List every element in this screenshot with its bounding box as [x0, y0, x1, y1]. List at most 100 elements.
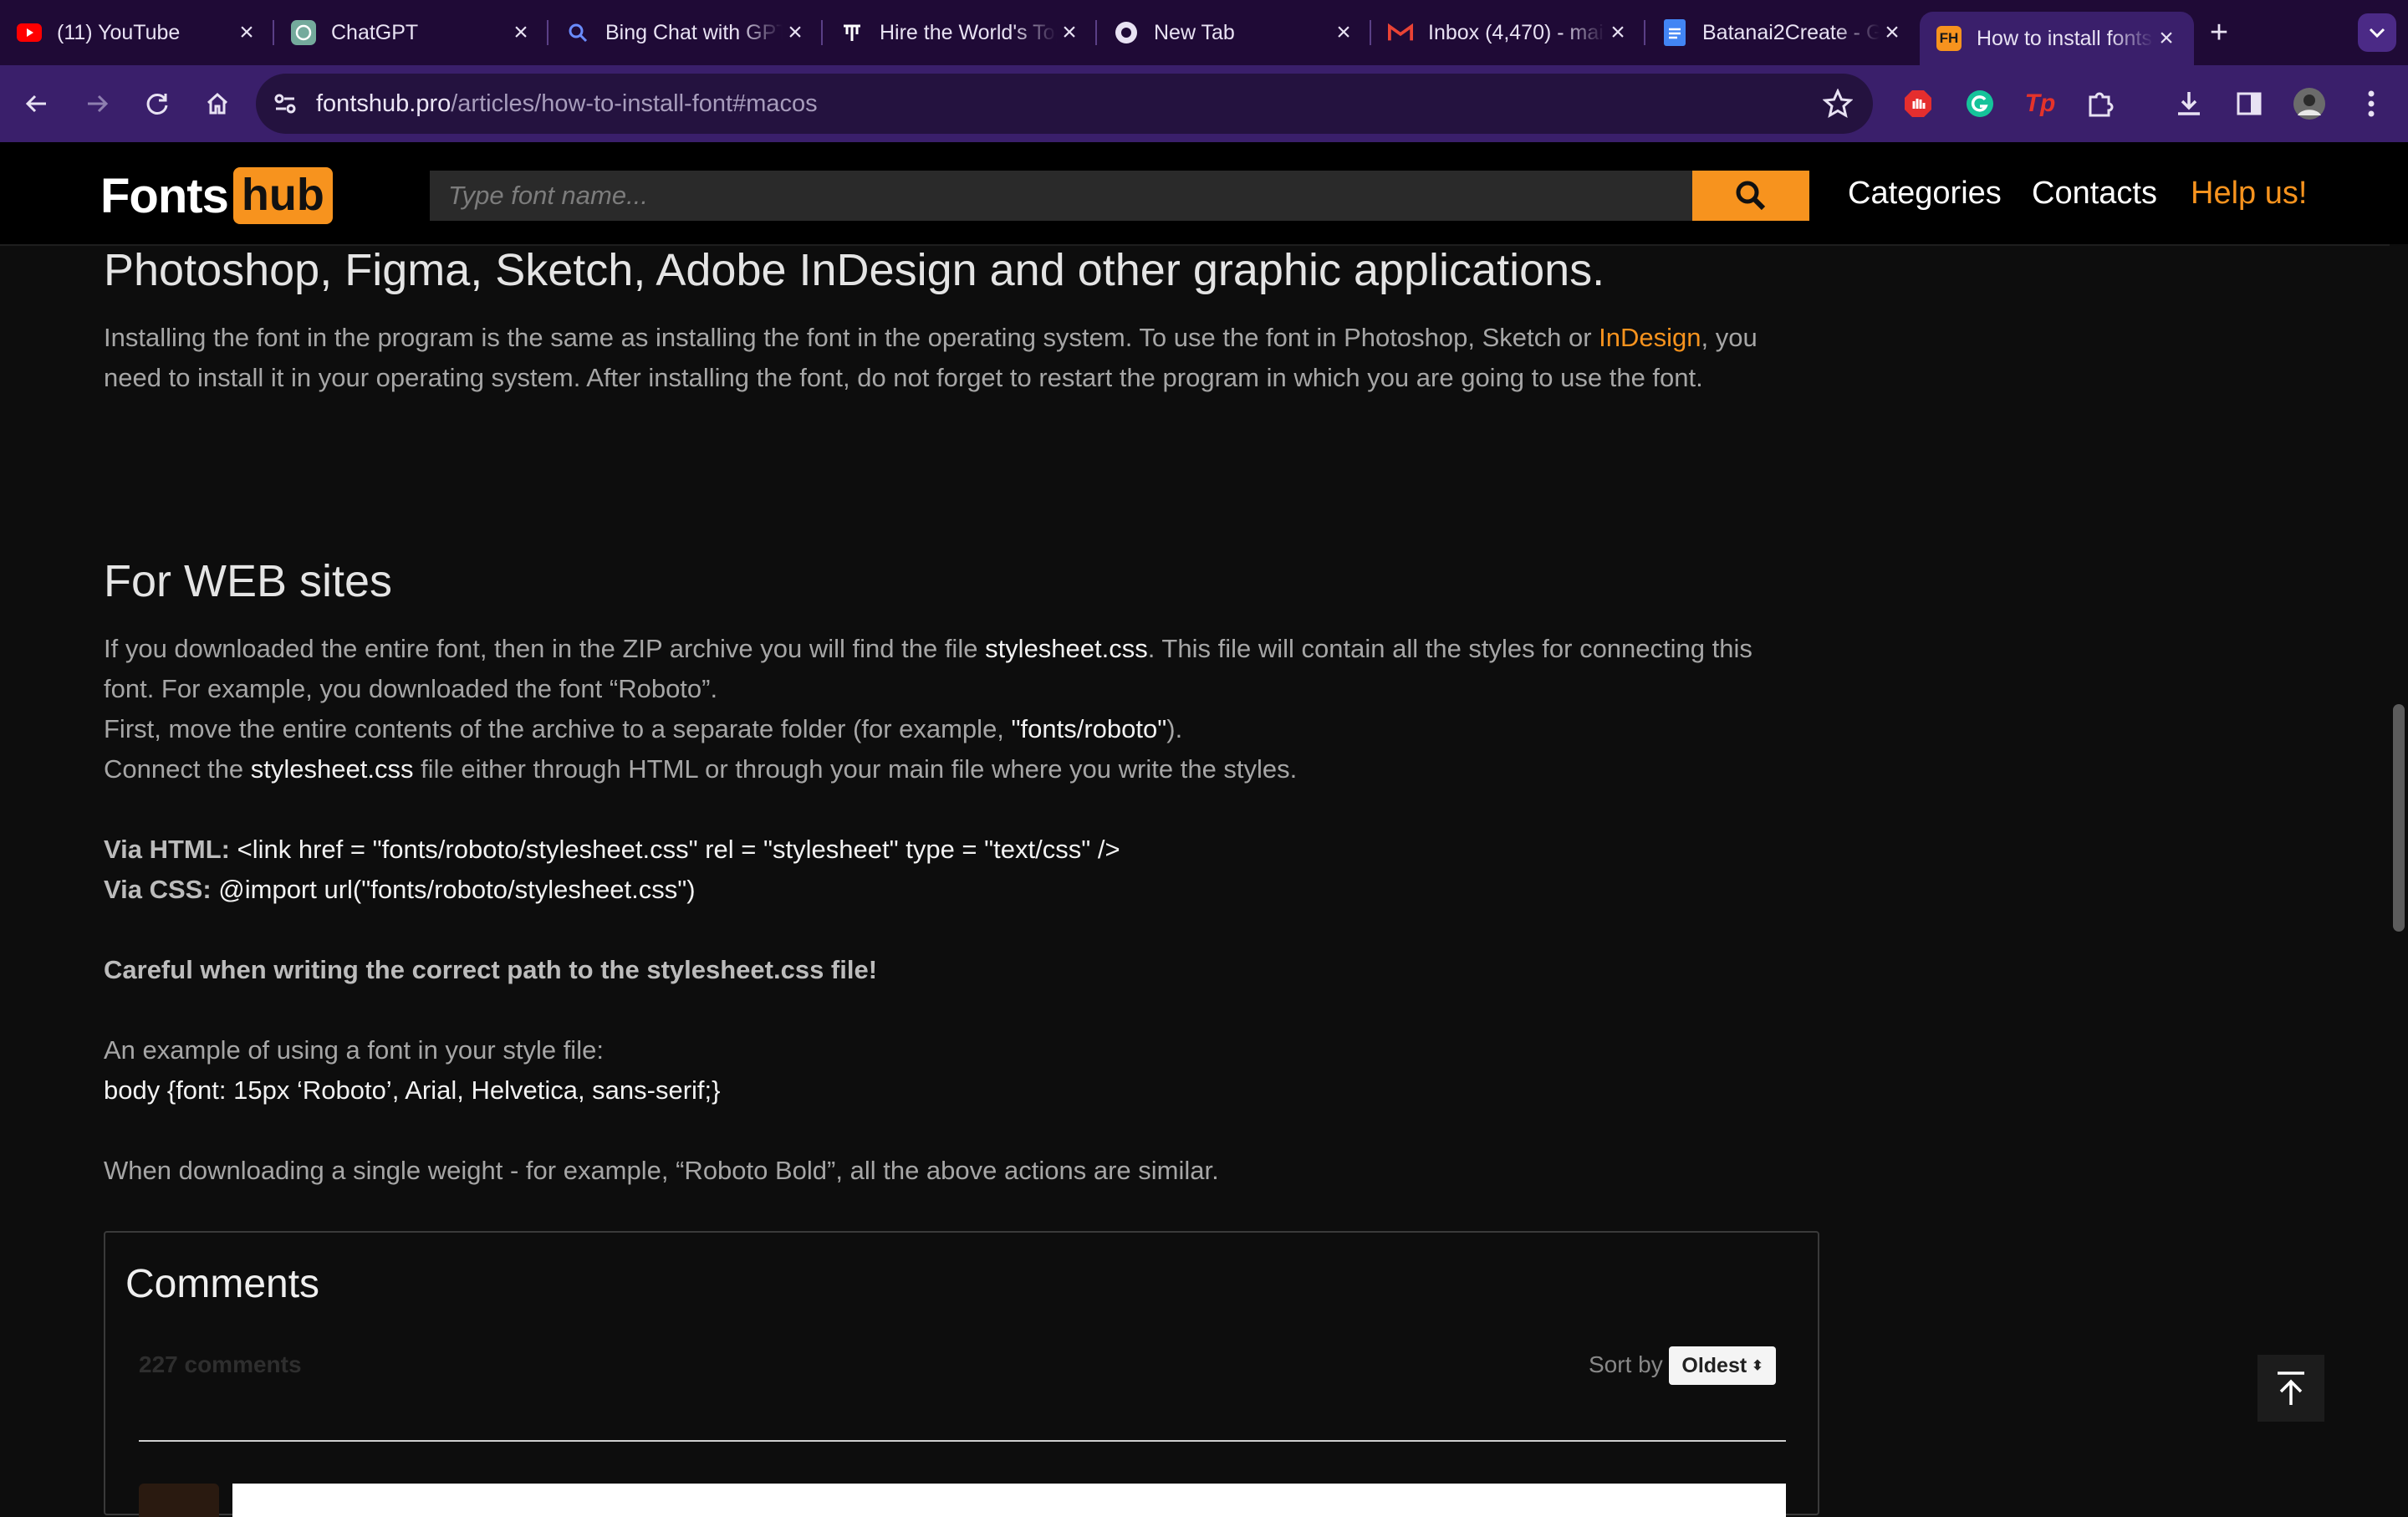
chatgpt-icon [291, 20, 316, 45]
home-icon [207, 92, 228, 115]
nav-contacts[interactable]: Contacts [2032, 176, 2157, 212]
browser-tab[interactable]: Inbox (4,470) - mail × [1371, 0, 1645, 65]
side-panel-icon[interactable] [2224, 79, 2274, 129]
search-icon [565, 20, 590, 45]
font-search [430, 171, 1809, 221]
logo-text-hub: hub [232, 167, 333, 224]
tp-extension-icon[interactable]: Tp [2015, 79, 2065, 129]
example-code: body {font: 15px ‘Roboto’, Arial, Helvet… [104, 1075, 721, 1105]
browser-tab[interactable]: Batanai2Create - Google Docs× [1645, 0, 1920, 65]
nav-help-us[interactable]: Help us! [2191, 176, 2307, 212]
tab-search-button[interactable] [2358, 13, 2396, 52]
youtube-icon [17, 20, 42, 45]
browser-tab[interactable]: Hire the World's Top Talent× [823, 0, 1097, 65]
font-search-input[interactable] [430, 171, 1692, 221]
back-to-top-button[interactable] [2258, 1355, 2324, 1422]
comments-divider [139, 1440, 1786, 1442]
browser-toolbar: fontshub.pro/articles/how-to-install-fon… [0, 65, 2408, 142]
tab-title: How to install fonts [1977, 26, 2152, 50]
scrollbar-thumb[interactable] [2393, 704, 2405, 932]
web-paragraph: If you downloaded the entire font, then … [104, 629, 1806, 789]
search-icon [1736, 181, 1766, 211]
close-tab-icon[interactable]: × [1331, 18, 1356, 47]
new-tab-button[interactable]: + [2194, 15, 2244, 51]
paragraph-text: First, move the entire contents of the a… [104, 714, 1012, 743]
tab-title: Batanai2Create - Google Docs [1702, 20, 1880, 44]
section-heading-graphic-apps: Photoshop, Figma, Sketch, Adobe InDesign… [104, 245, 1605, 295]
filename-text: stylesheet.css [985, 634, 1148, 663]
close-tab-icon[interactable]: × [1880, 18, 1905, 47]
via-html-line: Via HTML: <link href = "fonts/roboto/sty… [104, 830, 1120, 870]
extensions-puzzle-icon[interactable] [2075, 79, 2125, 129]
example-intro: An example of using a font in your style… [104, 1035, 604, 1065]
via-css-line: Via CSS: @import url("fonts/roboto/style… [104, 870, 696, 910]
adblock-extension-icon[interactable] [1893, 79, 1943, 129]
toptal-icon [839, 20, 865, 45]
comments-section: Comments 227 comments Sort by Oldest ⬍ [104, 1231, 1819, 1517]
home-button[interactable] [187, 74, 247, 134]
tab-title: (11) YouTube [57, 20, 181, 44]
back-arrow-icon [25, 94, 46, 113]
tab-title: Inbox (4,470) - mail [1428, 20, 1605, 44]
close-tab-icon[interactable]: × [2154, 24, 2179, 53]
reload-icon [146, 93, 168, 115]
graphic-apps-paragraph: Installing the font in the program is th… [104, 318, 1806, 398]
reload-button[interactable] [127, 74, 187, 134]
browser-menu-icon[interactable] [2346, 79, 2396, 129]
sort-by-label: Sort by [1589, 1351, 1663, 1377]
single-weight-note: When downloading a single weight - for e… [104, 1156, 1219, 1185]
fontshub-icon: FH [1936, 26, 1962, 51]
nav-categories[interactable]: Categories [1848, 176, 2002, 212]
sort-select[interactable]: Oldest ⬍ [1669, 1346, 1776, 1385]
close-tab-icon[interactable]: × [234, 18, 259, 47]
back-button[interactable] [7, 74, 67, 134]
sort-select-value: Oldest [1681, 1353, 1747, 1377]
url-text: fontshub.pro/articles/how-to-install-fon… [316, 89, 818, 117]
search-button[interactable] [1692, 171, 1809, 221]
close-tab-icon[interactable]: × [1057, 18, 1082, 47]
download-icon[interactable] [2164, 79, 2214, 129]
careful-note: Careful when writing the correct path to… [104, 955, 878, 984]
tab-title: ChatGPT [331, 20, 419, 44]
browser-tab[interactable]: New Tab × [1097, 0, 1371, 65]
tab-title: Bing Chat with GPT-4 [605, 20, 783, 44]
browser-tab[interactable]: ChatGPT × [274, 0, 548, 65]
paragraph-text: Installing the font in the program is th… [104, 323, 1599, 352]
browser-tab[interactable]: FH How to install fonts × [1920, 12, 2194, 65]
folder-path-text: "fonts/roboto" [1011, 714, 1167, 743]
bookmark-star-icon[interactable] [1823, 89, 1853, 119]
fontshub-logo[interactable]: Fonts hub [100, 167, 333, 224]
comments-title: Comments [125, 1262, 320, 1306]
filename-text: stylesheet.css [250, 754, 414, 784]
via-css-code: @import url("fonts/roboto/stylesheet.css… [211, 875, 696, 904]
paragraph-text: If you downloaded the entire font, then … [104, 634, 986, 663]
tab-strip: (11) YouTube×ChatGPT×Bing Chat with GPT-… [0, 0, 2408, 65]
grammarly-extension-icon[interactable] [1955, 79, 2005, 129]
comment-editor[interactable] [232, 1484, 1786, 1517]
comments-count: 227 comments [139, 1351, 302, 1377]
close-tab-icon[interactable]: × [508, 18, 533, 47]
via-html-code: <link href = "fonts/roboto/stylesheet.cs… [230, 835, 1120, 864]
browser-tab[interactable]: (11) YouTube × [0, 0, 274, 65]
close-tab-icon[interactable]: × [1605, 18, 1630, 47]
site-info-icon[interactable] [271, 89, 299, 118]
paragraph-text: Connect the [104, 754, 251, 784]
close-tab-icon[interactable]: × [783, 18, 808, 47]
browser-tab[interactable]: Bing Chat with GPT-4× [548, 0, 823, 65]
docs-icon [1662, 19, 1687, 46]
address-bar[interactable]: fontshub.pro/articles/how-to-install-fon… [256, 74, 1873, 134]
via-css-label: Via CSS: [104, 875, 212, 904]
indesign-link[interactable]: InDesign [1599, 323, 1701, 352]
profile-avatar[interactable] [2284, 79, 2334, 129]
section-heading-web-sites: For WEB sites [104, 556, 393, 606]
sort-arrows-icon: ⬍ [1752, 1359, 1763, 1373]
paragraph-text: file either through HTML or through your… [413, 754, 1298, 784]
commenter-avatar [139, 1484, 219, 1517]
paragraph-text: ). [1166, 714, 1183, 743]
forward-button[interactable] [67, 74, 127, 134]
chevron-down-icon [2369, 28, 2385, 38]
chrome-icon [1114, 20, 1139, 45]
via-html-label: Via HTML: [104, 835, 230, 864]
gmail-icon [1388, 20, 1413, 45]
site-header: Fonts hub Categories Contacts Help us! [0, 142, 2408, 246]
